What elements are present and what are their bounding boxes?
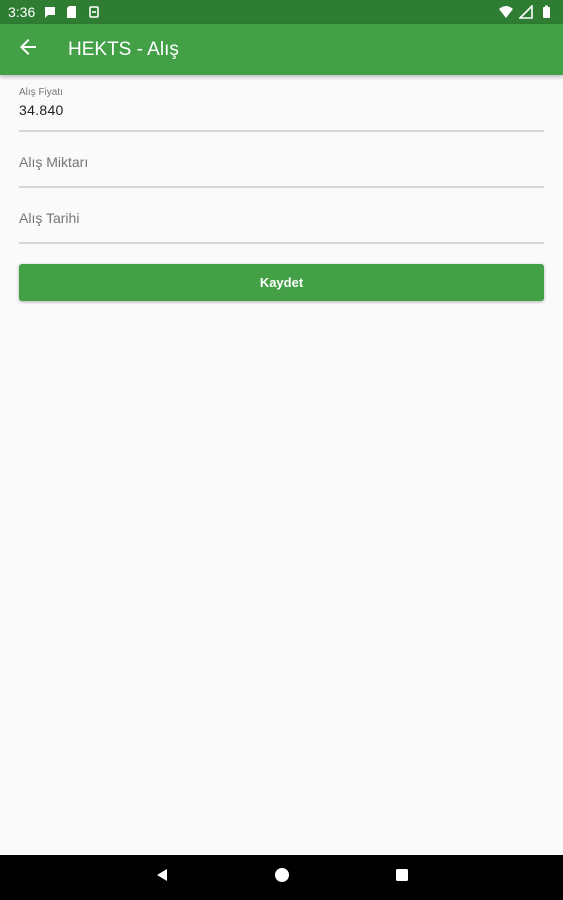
- nav-back-icon: [154, 867, 170, 888]
- nav-back-button[interactable]: [150, 865, 174, 889]
- date-placeholder[interactable]: Alış Tarihi: [19, 210, 79, 226]
- save-button[interactable]: Kaydet: [19, 264, 544, 301]
- price-value[interactable]: 34.840: [19, 102, 64, 118]
- battery-icon: [539, 5, 553, 19]
- price-field[interactable]: Alış Fiyatı 34.840: [19, 76, 544, 132]
- status-bar: 3:36: [0, 0, 563, 24]
- sd-card-icon: [65, 5, 79, 19]
- sync-icon: [87, 5, 101, 19]
- status-bar-right: [499, 5, 553, 19]
- quantity-placeholder[interactable]: Alış Miktarı: [19, 154, 88, 170]
- quantity-field[interactable]: Alış Miktarı: [19, 132, 544, 188]
- page-title: HEKTS - Alış: [68, 38, 179, 60]
- status-time: 3:36: [8, 4, 36, 20]
- date-field[interactable]: Alış Tarihi: [19, 188, 544, 244]
- nav-home-icon: [274, 867, 290, 888]
- price-label: Alış Fiyatı: [19, 87, 63, 98]
- navigation-bar: [0, 855, 563, 900]
- wifi-icon: [499, 5, 513, 19]
- status-bar-left: 3:36: [8, 4, 101, 20]
- app-bar: HEKTS - Alış: [0, 24, 563, 75]
- signal-icon: [519, 5, 533, 19]
- nav-recents-button[interactable]: [390, 865, 414, 889]
- chat-bubble-icon: [43, 5, 57, 19]
- purchase-form: Alış Fiyatı 34.840 Alış Miktarı Alış Tar…: [19, 76, 544, 244]
- nav-home-button[interactable]: [270, 865, 294, 889]
- nav-recents-icon: [394, 867, 410, 888]
- back-button[interactable]: [16, 38, 40, 62]
- arrow-back-icon: [18, 37, 38, 62]
